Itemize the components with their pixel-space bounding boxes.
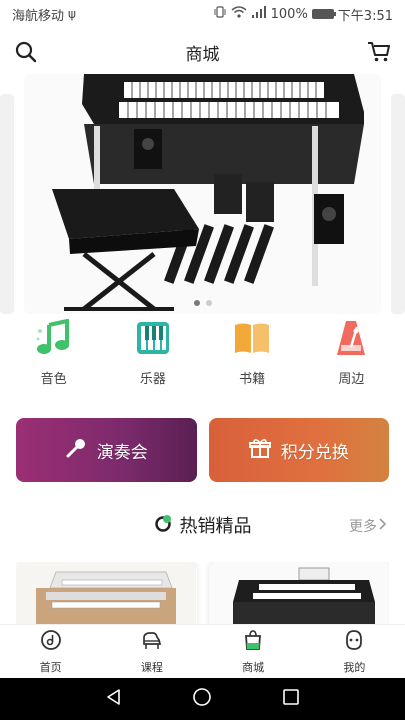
vibrate-icon: [213, 5, 227, 23]
battery-icon: [311, 9, 336, 19]
battery-percent: 100%: [270, 6, 308, 22]
white-organ-image: [16, 562, 196, 624]
category-label: 书籍: [239, 372, 266, 387]
recents-icon[interactable]: [282, 688, 300, 710]
piano-keys-icon: [133, 318, 173, 358]
section-title-text: 热销精品: [179, 516, 252, 537]
tab-home[interactable]: 首页: [0, 625, 101, 678]
banner-next-slide[interactable]: [391, 94, 405, 314]
header: 商城: [0, 32, 405, 72]
black-organ-image: [208, 562, 389, 624]
category-label: 周边: [338, 372, 365, 387]
category-instruments[interactable]: 乐器: [113, 318, 193, 394]
tab-profile[interactable]: 我的: [304, 625, 405, 678]
carousel-dot[interactable]: [205, 300, 212, 306]
home-disc-icon: [40, 629, 62, 655]
concert-card[interactable]: 演奏会: [16, 418, 197, 482]
page-title: 商城: [185, 44, 220, 65]
product-card[interactable]: [208, 562, 389, 624]
microphone-icon: [65, 437, 87, 464]
carrier-label: 海航移动: [12, 8, 65, 24]
points-exchange-card[interactable]: 积分兑换: [208, 418, 389, 482]
profile-icon: [343, 629, 365, 655]
tab-label: 我的: [343, 660, 366, 674]
back-icon[interactable]: [105, 688, 123, 710]
banner-prev-slide[interactable]: [0, 94, 14, 314]
organ-bench-image: [52, 74, 364, 311]
tab-label: 首页: [39, 660, 62, 674]
category-timbre[interactable]: 音色: [14, 318, 94, 394]
clock: 下午3:51: [337, 8, 393, 24]
concert-label: 演奏会: [96, 442, 148, 463]
music-note-icon: [34, 318, 74, 358]
tab-label: 商城: [242, 660, 265, 674]
banner-carousel[interactable]: [0, 74, 405, 314]
chevron-right-icon: [379, 518, 387, 534]
wifi-icon: [231, 5, 247, 23]
promo-row: 演奏会 积分兑换: [16, 418, 389, 482]
category-grid: 音色 乐器 书籍 周边: [0, 318, 405, 394]
bottom-tab-bar: 首页 课程 商城 我的: [0, 624, 405, 678]
home-circle-icon[interactable]: [192, 687, 212, 711]
status-bar: 海航移动 ψ 100% 下午3:51: [0, 0, 405, 28]
tab-store[interactable]: 商城: [203, 625, 304, 678]
tab-label: 课程: [140, 660, 163, 674]
status-left: 海航移动 ψ: [12, 5, 76, 24]
category-label: 音色: [40, 372, 67, 387]
category-books[interactable]: 书籍: [212, 318, 292, 394]
more-label: 更多: [349, 519, 377, 535]
category-label: 乐器: [139, 372, 166, 387]
points-exchange-label: 积分兑换: [280, 442, 349, 463]
shopping-bag-icon: [242, 629, 264, 655]
cart-icon[interactable]: [367, 40, 391, 64]
metronome-icon: [331, 318, 371, 358]
hot-sales-header: 热销精品 更多: [0, 508, 405, 540]
section-ring-icon: [154, 514, 172, 537]
gift-icon: [248, 437, 271, 464]
usb-icon: ψ: [68, 7, 76, 21]
product-row: [16, 562, 389, 624]
more-link[interactable]: 更多: [349, 516, 387, 536]
search-icon[interactable]: [14, 40, 38, 64]
grand-piano-icon: [141, 629, 163, 655]
carousel-dot[interactable]: [193, 300, 200, 306]
signal-icon: [251, 5, 267, 23]
book-icon: [232, 318, 272, 358]
system-nav-bar: [0, 678, 405, 720]
section-title: 热销精品: [0, 512, 405, 538]
category-merch[interactable]: 周边: [311, 318, 391, 394]
status-right: 100% 下午3:51: [213, 5, 393, 24]
banner-slide[interactable]: [24, 74, 381, 314]
carousel-dots: [24, 300, 381, 306]
product-card[interactable]: [16, 562, 197, 624]
tab-courses[interactable]: 课程: [101, 625, 202, 678]
